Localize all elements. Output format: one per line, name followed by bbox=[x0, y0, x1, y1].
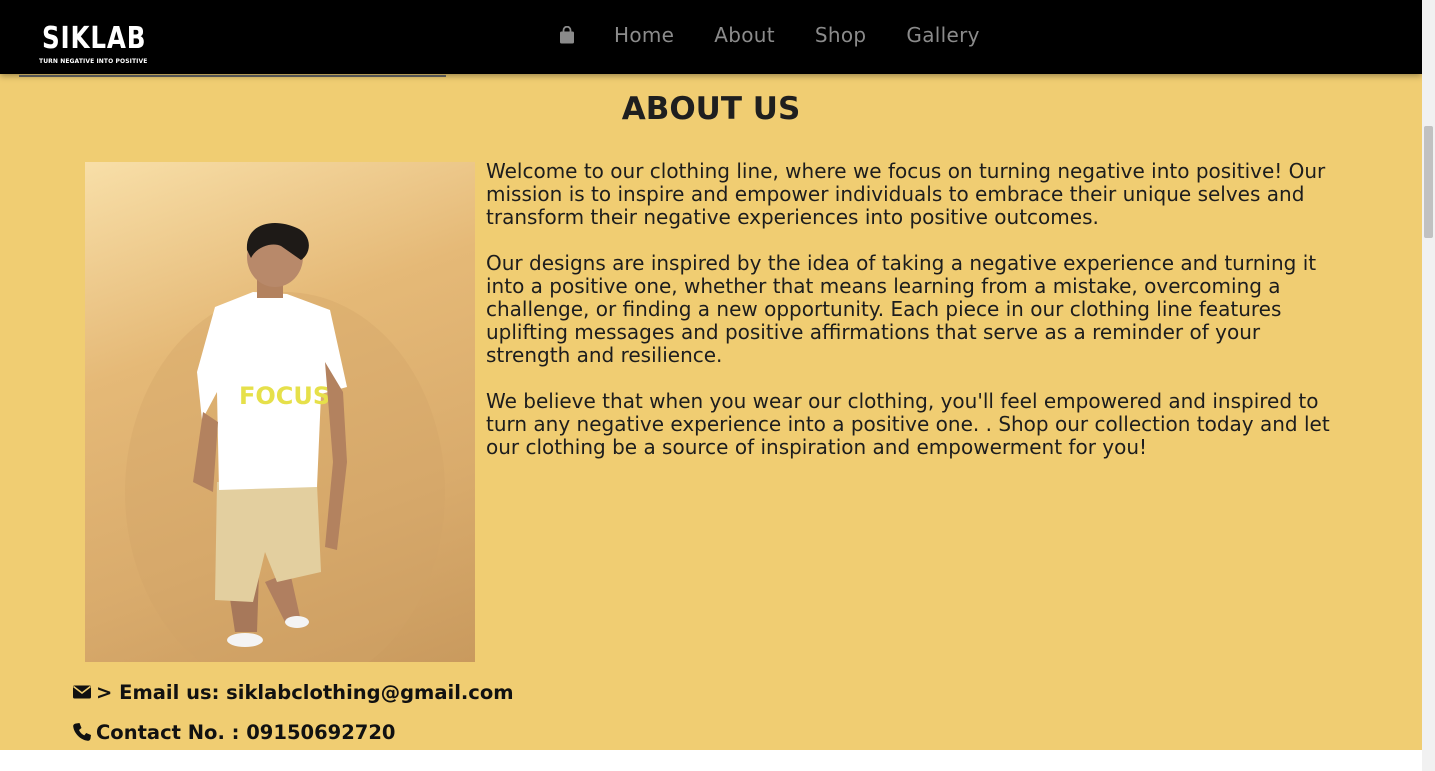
navbar: SIKLAB TURN NEGATIVE INTO POSITIVE Home … bbox=[0, 0, 1422, 74]
phone-contact[interactable]: Contact No. : 09150692720 bbox=[72, 717, 396, 747]
logo-brand-text: SIKLAB bbox=[42, 21, 147, 56]
nav-home[interactable]: Home bbox=[614, 23, 674, 47]
about-page: SIKLAB TURN NEGATIVE INTO POSITIVE Home … bbox=[0, 0, 1422, 750]
shopping-bag-icon[interactable] bbox=[556, 23, 578, 47]
about-description: Welcome to our clothing line, where we f… bbox=[486, 160, 1346, 482]
shirt-text: FOCUS bbox=[239, 382, 330, 410]
model-photo: FOCUS bbox=[85, 162, 475, 662]
email-text: > Email us: siklabclothing@gmail.com bbox=[96, 680, 514, 704]
nav-about[interactable]: About bbox=[714, 23, 775, 47]
logo-tagline: TURN NEGATIVE INTO POSITIVE bbox=[39, 58, 148, 65]
about-paragraph-2: Our designs are inspired by the idea of … bbox=[486, 251, 1317, 367]
phone-icon bbox=[73, 723, 91, 741]
main-nav: Home About Shop Gallery bbox=[556, 20, 1020, 50]
about-paragraph-3: We believe that when you wear our clothi… bbox=[486, 389, 1330, 459]
about-paragraph-1: Welcome to our clothing line, where we f… bbox=[486, 159, 1326, 229]
phone-text: Contact No. : 09150692720 bbox=[96, 720, 396, 744]
brand-logo[interactable]: SIKLAB TURN NEGATIVE INTO POSITIVE bbox=[38, 22, 147, 70]
nav-shop[interactable]: Shop bbox=[815, 23, 867, 47]
header-divider bbox=[19, 75, 446, 77]
nav-gallery[interactable]: Gallery bbox=[906, 23, 979, 47]
scrollbar-thumb[interactable] bbox=[1424, 126, 1433, 238]
page-scrollbar[interactable] bbox=[1422, 0, 1435, 771]
envelope-icon bbox=[73, 685, 91, 699]
page-title: ABOUT US bbox=[621, 91, 801, 127]
email-contact[interactable]: > Email us: siklabclothing@gmail.com bbox=[72, 677, 514, 707]
